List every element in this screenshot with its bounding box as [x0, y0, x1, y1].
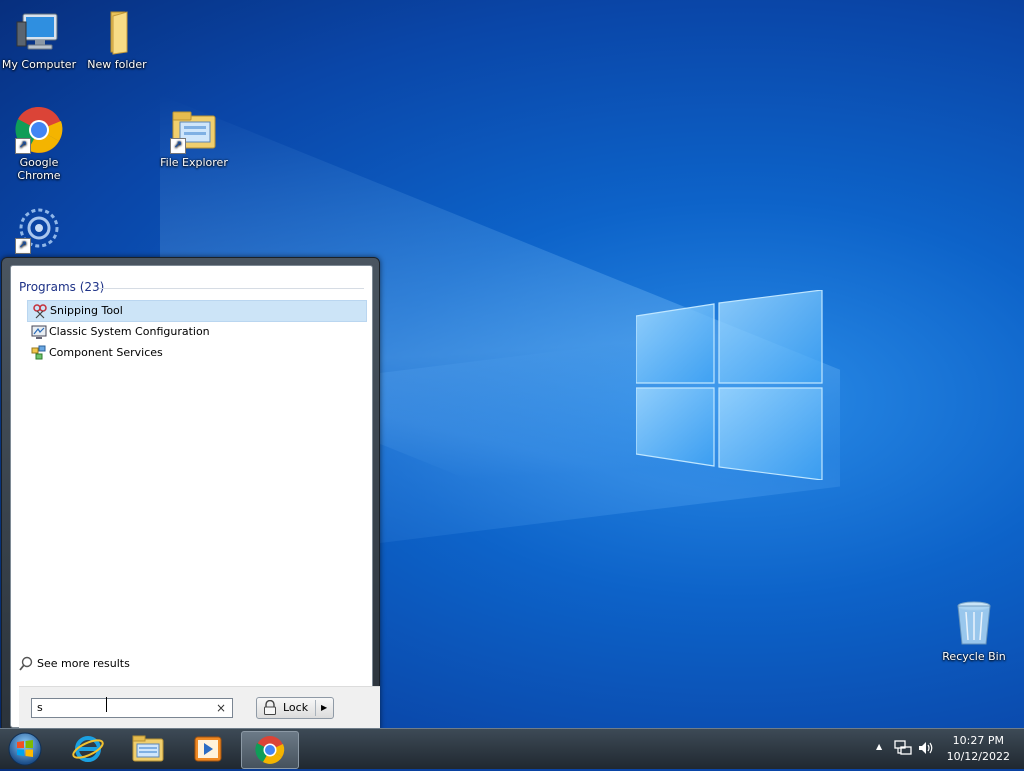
shortcut-arrow-icon: ↗ [15, 238, 31, 254]
desktop-icon-label: My Computer [1, 58, 77, 71]
result-label: Component Services [49, 346, 163, 359]
button-separator [315, 700, 316, 716]
taskbar-file-explorer[interactable] [120, 731, 176, 767]
start-orb[interactable] [6, 731, 44, 767]
desktop-icon-file-explorer[interactable]: ↗ File Explorer [155, 106, 233, 169]
desktop-icon-unlabeled-app[interactable]: ↗ [0, 206, 78, 256]
result-label: Classic System Configuration [49, 325, 210, 338]
taskbar: ▲ 10:27 PM 10/12/2022 [0, 728, 1024, 769]
media-player-icon [194, 736, 222, 762]
desktop-icon-label: Recycle Bin [942, 650, 1006, 663]
file-explorer-icon [132, 735, 164, 762]
desktop-icon-google-chrome[interactable]: ↗ Google Chrome [0, 106, 78, 182]
taskbar-chrome[interactable] [241, 731, 299, 769]
shortcut-arrow-icon: ↗ [170, 138, 186, 154]
programs-divider [99, 288, 364, 289]
text-cursor [106, 697, 108, 712]
power-options-arrow-icon[interactable]: ▶ [321, 698, 327, 718]
network-icon[interactable] [894, 740, 912, 756]
result-component-services[interactable]: Component Services [27, 343, 365, 363]
volume-icon[interactable] [918, 740, 934, 756]
search-icon [19, 656, 33, 671]
clock[interactable]: 10:27 PM 10/12/2022 [947, 733, 1010, 765]
file-explorer-icon: ↗ [170, 106, 218, 154]
chrome-icon [255, 736, 285, 764]
clock-date: 10/12/2022 [946, 750, 1010, 763]
see-more-label: See more results [37, 657, 130, 670]
result-classic-system-configuration[interactable]: Classic System Configuration [27, 322, 365, 342]
component-services-icon [31, 345, 46, 360]
lock-icon [264, 700, 276, 715]
taskbar-internet-explorer[interactable] [60, 731, 116, 767]
desktop-icon-new-folder[interactable]: New folder [78, 8, 156, 71]
clock-time: 10:27 PM [952, 734, 1004, 747]
snipping-tool-icon [33, 304, 47, 319]
desktop-icon-label: New folder [87, 58, 147, 71]
windows-logo-wallpaper [636, 290, 823, 480]
taskbar-media-player[interactable] [180, 731, 236, 767]
search-input-value: s [37, 701, 43, 714]
result-label: Snipping Tool [50, 304, 123, 317]
chrome-icon: ↗ [15, 106, 63, 154]
recycle-bin-icon [950, 600, 998, 648]
lock-button-label: Lock [283, 701, 309, 714]
system-tray: ▲ 10:27 PM 10/12/2022 [864, 729, 1024, 769]
internet-explorer-icon [72, 736, 104, 762]
folder-icon [93, 8, 141, 56]
lock-button[interactable]: Lock ▶ [256, 697, 334, 719]
desktop-icon-label: File Explorer [160, 156, 228, 169]
desktop-icon-recycle-bin[interactable]: Recycle Bin [935, 600, 1013, 663]
programs-header: Programs (23) [19, 280, 105, 294]
start-menu-results-panel: Programs (23) Snipping Tool Classic Syst… [10, 265, 380, 735]
result-snipping-tool[interactable]: Snipping Tool [27, 300, 367, 322]
shortcut-arrow-icon: ↗ [15, 138, 31, 154]
show-hidden-icons-button[interactable]: ▲ [876, 742, 882, 751]
system-config-icon [31, 325, 47, 339]
search-input[interactable]: s × [31, 697, 233, 718]
desktop-icon-label: Google Chrome [17, 156, 61, 182]
app-gear-icon: ↗ [15, 206, 63, 254]
computer-icon [15, 8, 63, 56]
desktop-icon-my-computer[interactable]: My Computer [0, 8, 78, 71]
clear-search-icon[interactable]: × [216, 699, 226, 717]
start-menu: Programs (23) Snipping Tool Classic Syst… [1, 257, 380, 735]
